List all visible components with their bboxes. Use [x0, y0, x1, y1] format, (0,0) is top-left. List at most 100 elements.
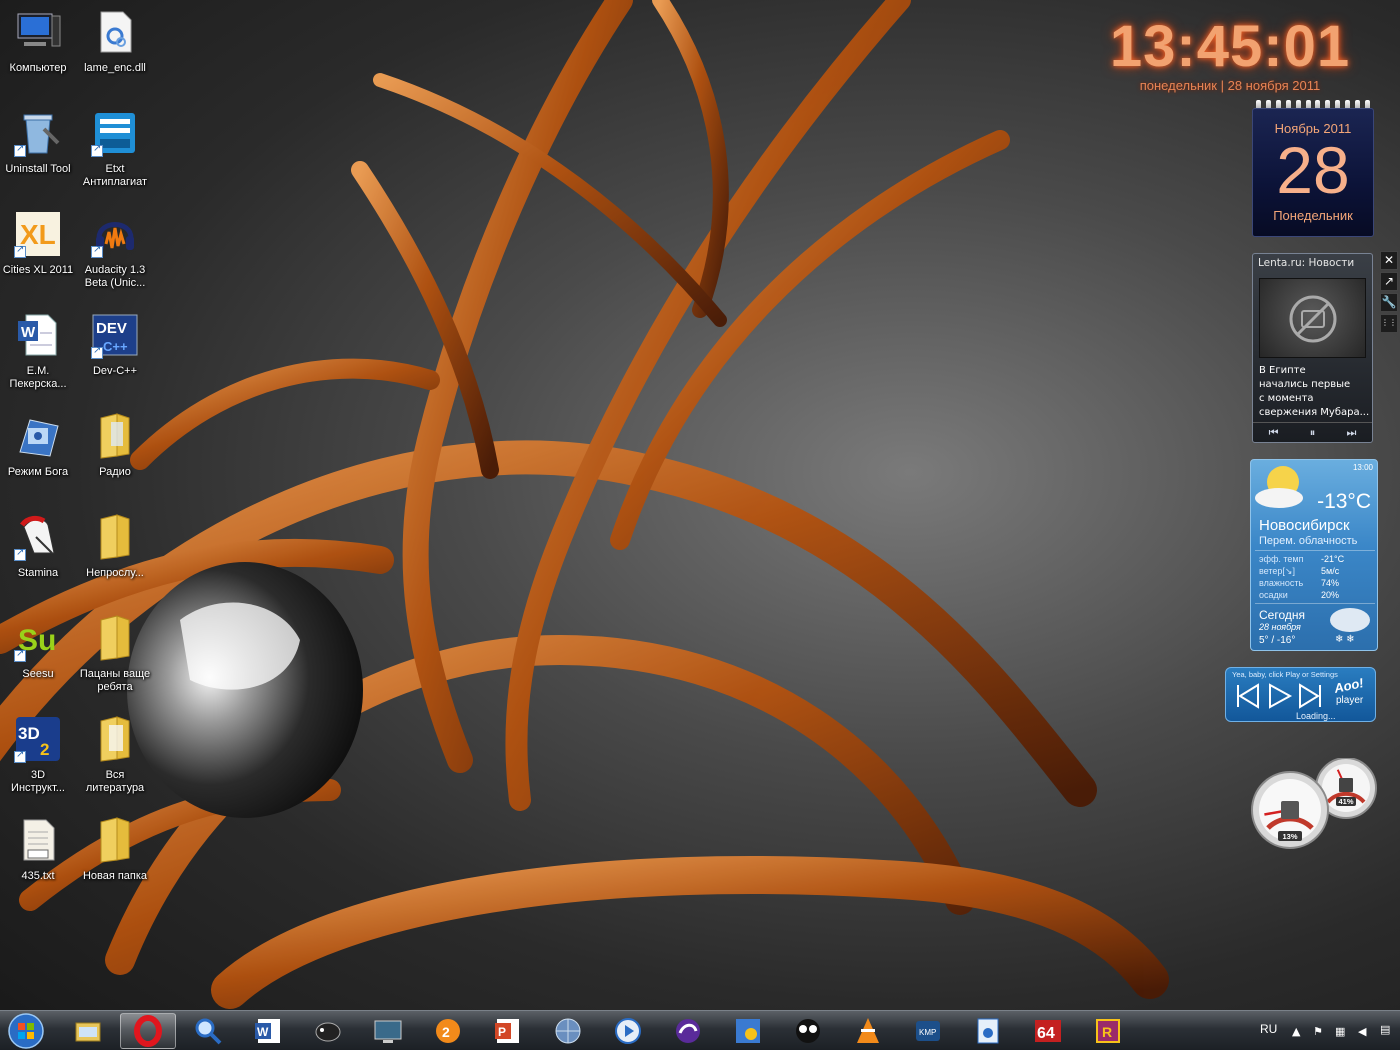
drag-handle-icon[interactable]: ⋮⋮	[1380, 314, 1398, 333]
desktop-icon-label: Seesu	[22, 668, 54, 680]
desktop-icon-label: Audacity 1.3 Beta (Unic...	[84, 264, 146, 289]
aoo-player-gadget[interactable]: Yea, baby, click Play or Settings Aoo! p…	[1225, 667, 1376, 722]
shortcut-arrow-icon	[14, 547, 26, 561]
play-icon[interactable]	[1269, 683, 1293, 709]
desktop-icon-label: Вся литература	[85, 769, 145, 794]
news-thumbnail[interactable]	[1259, 278, 1366, 358]
desktop-icon-label: 435.txt	[21, 870, 55, 882]
face-icon	[796, 1019, 820, 1043]
taskbar-button-browser-swirl[interactable]	[660, 1013, 716, 1049]
taskbar-button-network-globe[interactable]	[540, 1013, 596, 1049]
desktop-icon-label: Режим Бога	[7, 466, 69, 478]
taskbar-button-kmplayer[interactable]: KMP	[900, 1013, 956, 1049]
desktop-icon-label: Cities XL 2011	[2, 264, 74, 276]
volume-icon[interactable]: ◀	[1358, 1025, 1366, 1038]
pause-icon[interactable]: ⏸	[1310, 426, 1316, 440]
taskbar-button-aida64[interactable]: 64	[1020, 1013, 1076, 1049]
system-tray-icon[interactable]: ▤	[1380, 1023, 1390, 1036]
news-title: Lenta.ru: Новости	[1258, 257, 1355, 269]
svg-text:64: 64	[1037, 1025, 1055, 1042]
desktop-icon-label: Dev-C++	[92, 365, 138, 377]
desktop-icon-label: Stamina	[17, 567, 59, 579]
taskbar-button-powerpoint[interactable]: P	[480, 1013, 536, 1049]
taskbar-button-media-player[interactable]	[600, 1013, 656, 1049]
desktop-icon-label: Компьютер	[9, 62, 67, 74]
desktop-icon-folder-3[interactable]: Пацаны ваще ребята	[77, 606, 153, 702]
svg-text:W: W	[257, 1025, 269, 1039]
desktop-icon-lame-enc[interactable]: lame_enc.dll	[77, 0, 153, 96]
news-headline[interactable]: В Египте начались первые с момента сверж…	[1259, 364, 1373, 420]
browser-swirl-icon	[676, 1019, 700, 1043]
taskbar-button-face[interactable]	[780, 1013, 836, 1049]
news-gadget[interactable]: Lenta.ru: Новости В Египте начались перв…	[1252, 253, 1373, 443]
desktop-icon-new-folder[interactable]: Новая папка	[77, 808, 153, 904]
desktop-icon-word-doc[interactable]: W Е.М. Пекерска...	[0, 303, 76, 399]
player-status: Loading...	[1296, 711, 1336, 721]
network-icon[interactable]: ▦	[1335, 1025, 1345, 1038]
taskbar-button-settings-gear[interactable]	[720, 1013, 776, 1049]
news-controls: ⏮ ⏸ ⏭	[1253, 422, 1372, 442]
seesu-icon: Su	[14, 614, 62, 662]
taskbar-button-opera[interactable]	[120, 1013, 176, 1049]
svg-text:2: 2	[40, 740, 49, 759]
svg-text:C++: C++	[103, 339, 128, 354]
desktop-icon-seesu[interactable]: Su Seesu	[0, 606, 76, 702]
taskbar-button-winrar[interactable]: R	[1080, 1013, 1136, 1049]
cities-xl-icon: XL	[14, 210, 62, 258]
previous-icon[interactable]	[1237, 683, 1259, 709]
settings-gear-icon	[736, 1019, 760, 1043]
taskbar-button-disk-tool[interactable]	[960, 1013, 1016, 1049]
gadget-controls: ✕ ↗ 🔧 ⋮⋮	[1380, 251, 1398, 335]
display-icon	[374, 1020, 402, 1043]
desktop-icon-cities-xl[interactable]: XL Cities XL 2011	[0, 202, 76, 298]
taskbar-button-display[interactable]	[360, 1013, 416, 1049]
desktop-icon-dev-cpp[interactable]: DEV C++ Dev-C++	[77, 303, 153, 399]
svg-text:R: R	[1102, 1024, 1112, 1040]
desktop-icon-god-mode[interactable]: Режим Бога	[0, 404, 76, 500]
folder-icon	[91, 513, 139, 561]
next-icon[interactable]	[1299, 683, 1321, 709]
desktop-icon-literature-folder[interactable]: Вся литература	[77, 707, 153, 803]
desktop-icon-computer[interactable]: Компьютер	[0, 0, 76, 96]
taskbar-button-search-tool[interactable]	[180, 1013, 236, 1049]
next-icon[interactable]: ⏭	[1346, 426, 1356, 440]
weather-detail-row: ветер[↘] 5м/с	[1259, 566, 1340, 576]
svg-text:DEV: DEV	[96, 320, 127, 337]
taskbar-button-icq[interactable]: 2	[420, 1013, 476, 1049]
desktop-icon-3d-instructor[interactable]: 3D2 3D Инструкт...	[0, 707, 76, 803]
desktop-icon-etxt[interactable]: Etxt Антиплагиат	[77, 101, 153, 197]
desktop-icon-radio-folder[interactable]: Радио	[77, 404, 153, 500]
taskbar-button-word[interactable]: W	[240, 1013, 296, 1049]
uninstall-tool-icon	[14, 109, 62, 157]
taskbar-button-vlc[interactable]	[840, 1013, 896, 1049]
desktop-icon-folder-2[interactable]: Непрослу...	[77, 505, 153, 601]
action-center-flag-icon[interactable]: ⚑	[1313, 1025, 1323, 1038]
desktop-wallpaper	[0, 0, 1169, 1009]
taskbar-button-sheep[interactable]	[300, 1013, 356, 1049]
calendar-body: Ноябрь 2011 28 Понедельник	[1252, 108, 1374, 237]
cpu-meter-gadget[interactable]: 41% 13%	[1250, 758, 1378, 850]
weather-gadget[interactable]: 13:00 -13°C Новосибирск Перем. облачност…	[1250, 459, 1378, 651]
weather-temperature: -13°C	[1317, 490, 1371, 513]
taskbar-button-explorer[interactable]	[60, 1013, 116, 1049]
settings-wrench-icon[interactable]: 🔧	[1380, 293, 1398, 312]
close-icon[interactable]: ✕	[1380, 251, 1398, 270]
show-hidden-icons-arrow-icon[interactable]: ▲	[1292, 1025, 1300, 1038]
computer-icon	[14, 8, 62, 56]
cpu-value: 13%	[1282, 832, 1297, 841]
player-controls	[1237, 683, 1321, 709]
previous-icon[interactable]: ⏮	[1269, 426, 1279, 440]
clock-gadget[interactable]: 13:45:01 понедельник | 28 ноября 2011	[1090, 18, 1370, 94]
calendar-gadget[interactable]: Ноябрь 2011 28 Понедельник	[1252, 100, 1374, 237]
desktop-icon-audacity[interactable]: Audacity 1.3 Beta (Unic...	[77, 202, 153, 298]
svg-text:3D: 3D	[18, 724, 40, 743]
start-button[interactable]	[3, 1012, 49, 1050]
desktop-icon-435-txt[interactable]: 435.txt	[0, 808, 76, 904]
desktop-icon-uninstall-tool[interactable]: Uninstall Tool	[0, 101, 76, 197]
language-indicator[interactable]: RU	[1260, 1022, 1277, 1036]
god-mode-icon	[14, 412, 62, 460]
desktop-icon-stamina[interactable]: Stamina	[0, 505, 76, 601]
no-image-icon	[1289, 295, 1337, 343]
expand-icon[interactable]: ↗	[1380, 272, 1398, 291]
desktop-icon-label: Uninstall Tool	[5, 163, 71, 175]
